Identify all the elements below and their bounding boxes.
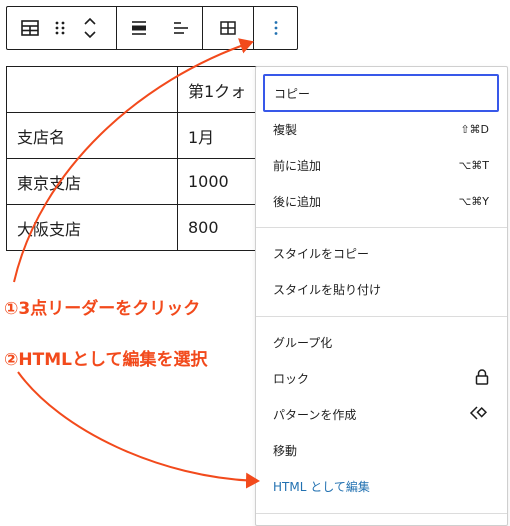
shortcut-label: ⌥⌘Y — [458, 194, 489, 208]
menu-item-copy[interactable]: コピー — [263, 74, 499, 112]
block-toolbar — [6, 6, 298, 50]
menu-item-label: 後に追加 — [273, 194, 322, 209]
table-row: 支店名 1月 — [6, 112, 298, 159]
lock-icon — [475, 368, 489, 388]
menu-item-label: 移動 — [273, 443, 298, 458]
drag-handle-button[interactable] — [45, 7, 75, 49]
menu-item-label: コピー — [274, 86, 311, 101]
menu-divider — [256, 227, 507, 228]
toolbar-group-block — [7, 7, 116, 49]
text-align-button[interactable] — [166, 7, 196, 49]
arrow-to-edit-as-html — [17, 371, 260, 489]
menu-item-label: スタイルを貼り付け — [273, 282, 382, 297]
menu-item-label: グループ化 — [273, 335, 333, 350]
shortcut-label: ⇧⌘D — [460, 122, 489, 136]
move-up-down-icon — [82, 15, 98, 41]
more-options-button[interactable] — [261, 7, 291, 49]
edit-table-button[interactable] — [213, 7, 243, 49]
menu-item-insert-before[interactable]: 前に追加 ⌥⌘T — [273, 154, 489, 176]
menu-item-insert-after[interactable]: 後に追加 ⌥⌘Y — [273, 190, 489, 212]
table-cell[interactable] — [6, 66, 178, 113]
menu-item-copy-styles[interactable]: スタイルをコピー — [273, 242, 489, 264]
menu-item-label: スタイルをコピー — [273, 246, 370, 261]
toolbar-group-alignment — [116, 7, 202, 49]
menu-item-create-pattern[interactable]: パターンを作成 — [273, 403, 489, 425]
table-cell[interactable]: 大阪支店 — [6, 204, 178, 251]
table-block-button[interactable] — [15, 7, 45, 49]
table-edit-icon — [219, 19, 237, 37]
move-up-down-button[interactable] — [75, 7, 105, 49]
more-options-icon — [273, 20, 279, 36]
toolbar-group-table — [202, 7, 253, 49]
menu-divider — [256, 316, 507, 317]
drag-handle-icon — [53, 19, 67, 37]
table-row: 第1クォ — [6, 66, 298, 113]
justify-icon — [172, 19, 190, 37]
table-cell[interactable]: 支店名 — [6, 112, 178, 159]
menu-item-label: 複製 — [273, 122, 298, 137]
table-cell[interactable]: 東京支店 — [6, 158, 178, 205]
table-row: 東京支店 1000 — [6, 158, 298, 205]
menu-item-label: HTML として編集 — [273, 479, 370, 494]
table-row: 大阪支店 800 — [6, 204, 298, 251]
annotation-step-1: ①3点リーダーをクリック — [4, 299, 201, 319]
menu-item-label: ロック — [273, 371, 310, 386]
menu-divider — [256, 513, 507, 514]
table-icon — [20, 18, 40, 38]
shortcut-label: ⌥⌘T — [458, 158, 489, 172]
menu-item-move[interactable]: 移動 — [273, 439, 489, 461]
toolbar-group-options — [253, 7, 297, 49]
pattern-icon — [469, 405, 489, 423]
menu-item-paste-styles[interactable]: スタイルを貼り付け — [273, 278, 489, 300]
annotation-step-2: ②HTMLとして編集を選択 — [4, 350, 208, 370]
align-icon — [130, 19, 148, 37]
align-button[interactable] — [124, 7, 154, 49]
menu-item-label: 前に追加 — [273, 158, 322, 173]
menu-item-lock[interactable]: ロック — [273, 367, 489, 389]
menu-item-label: パターンを作成 — [273, 407, 357, 422]
menu-item-duplicate[interactable]: 複製 ⇧⌘D — [273, 118, 489, 140]
menu-item-group[interactable]: グループ化 — [273, 331, 489, 353]
menu-item-edit-as-html[interactable]: HTML として編集 — [273, 475, 489, 497]
block-options-menu: コピー 複製 ⇧⌘D 前に追加 ⌥⌘T 後に追加 ⌥⌘Y スタイルをコピー スタ… — [255, 66, 508, 526]
